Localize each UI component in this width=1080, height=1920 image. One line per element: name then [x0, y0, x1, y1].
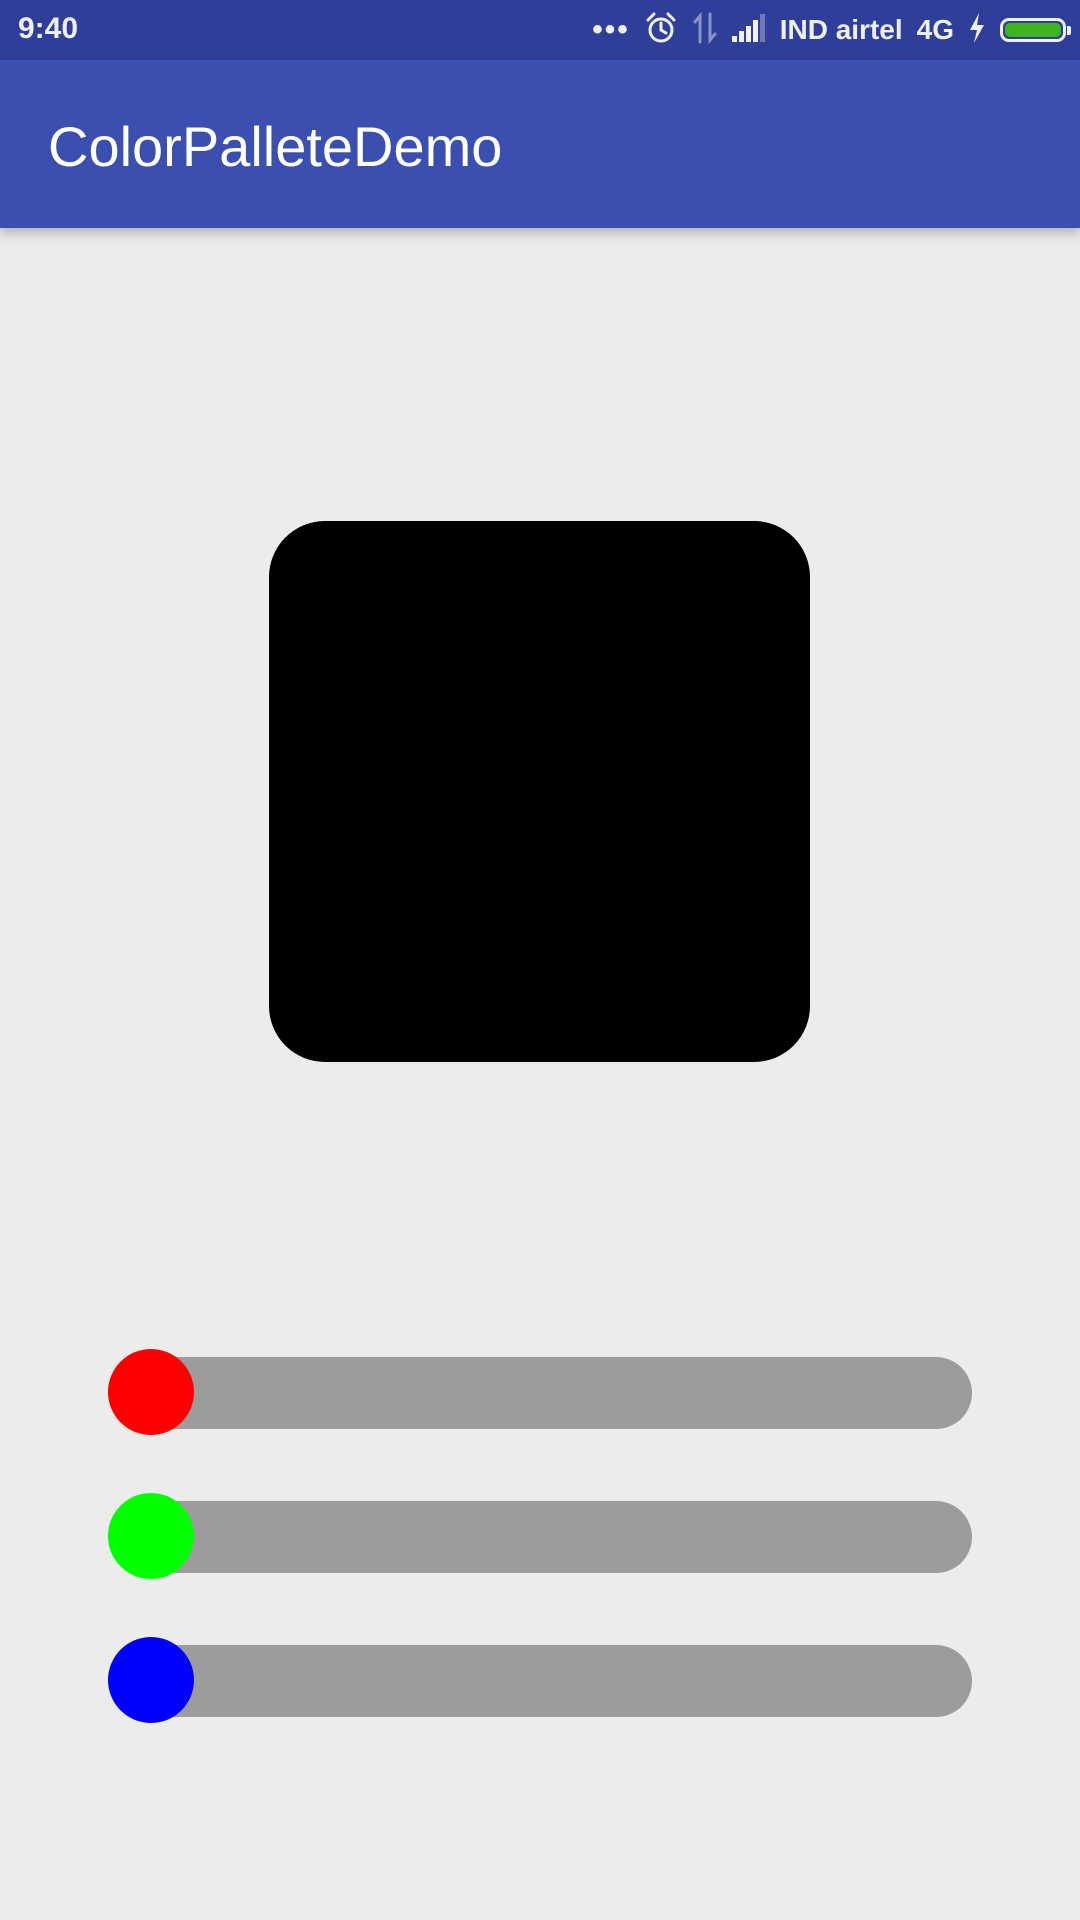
- red-slider[interactable]: [108, 1349, 972, 1435]
- green-slider-thumb[interactable]: [108, 1493, 194, 1579]
- data-transfer-icon: [692, 11, 718, 49]
- alarm-clock-icon: [644, 11, 678, 50]
- battery-icon: [1000, 18, 1071, 42]
- blue-slider-track[interactable]: [138, 1645, 972, 1717]
- blue-slider-thumb[interactable]: [108, 1637, 194, 1723]
- green-slider[interactable]: [108, 1493, 972, 1579]
- app-bar: ColorPalleteDemo: [0, 60, 1080, 228]
- color-preview: [269, 521, 810, 1062]
- status-icons: ••• IND airtel 4G: [578, 0, 1071, 60]
- green-slider-track[interactable]: [138, 1501, 972, 1573]
- charging-bolt-icon: [968, 12, 986, 48]
- blue-slider[interactable]: [108, 1637, 972, 1723]
- more-notifications-icon: •••: [592, 13, 630, 46]
- status-time: 9:40: [18, 12, 79, 45]
- battery-level: [1005, 23, 1061, 37]
- red-slider-thumb[interactable]: [108, 1349, 194, 1435]
- red-slider-track[interactable]: [138, 1357, 972, 1429]
- app-title: ColorPalleteDemo: [48, 115, 503, 178]
- network-type: 4G: [916, 14, 954, 45]
- status-bar: 9:40 ••• IND airtel 4G: [0, 0, 1080, 60]
- carrier-name: IND airtel: [779, 14, 903, 45]
- battery-tip: [1067, 26, 1071, 35]
- signal-strength-icon: [731, 13, 766, 47]
